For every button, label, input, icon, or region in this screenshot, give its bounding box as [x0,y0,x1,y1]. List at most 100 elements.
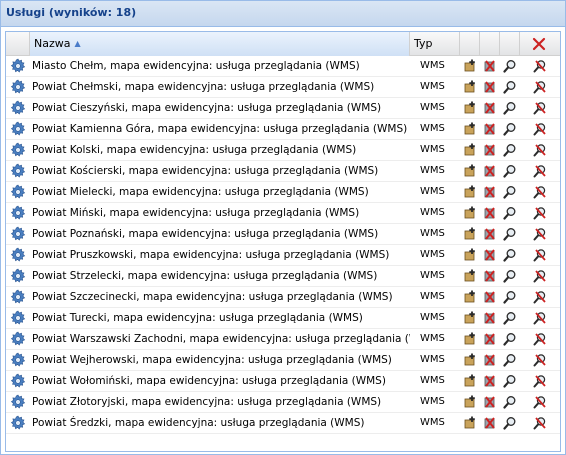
service-gear-icon [6,266,30,286]
delete-icon[interactable] [520,308,560,328]
column-header-name[interactable]: Nazwa ▲ [30,32,410,56]
delete-icon[interactable] [520,203,560,223]
zoom-icon[interactable] [500,266,520,286]
add-layer-icon[interactable] [460,308,480,328]
remove-icon[interactable] [480,56,500,76]
delete-icon[interactable] [520,77,560,97]
delete-icon[interactable] [520,287,560,307]
column-header-type[interactable]: Typ [410,32,460,56]
add-layer-icon[interactable] [460,182,480,202]
table-row[interactable]: Powiat Poznański, mapa ewidencyjna: usłu… [6,224,560,245]
service-name: Powiat Pruszkowski, mapa ewidencyjna: us… [32,249,390,261]
table-row[interactable]: Powiat Kościerski, mapa ewidencyjna: usł… [6,161,560,182]
add-layer-icon[interactable] [460,77,480,97]
add-layer-icon[interactable] [460,266,480,286]
zoom-icon[interactable] [500,56,520,76]
delete-icon[interactable] [520,329,560,349]
zoom-icon[interactable] [500,413,520,433]
remove-icon[interactable] [480,119,500,139]
remove-icon[interactable] [480,161,500,181]
table-row[interactable]: Powiat Wejherowski, mapa ewidencyjna: us… [6,350,560,371]
zoom-icon[interactable] [500,77,520,97]
add-layer-icon[interactable] [460,413,480,433]
table-row[interactable]: Miasto Chełm, mapa ewidencyjna: usługa p… [6,56,560,77]
service-name: Powiat Wołomiński, mapa ewidencyjna: usł… [32,375,386,387]
table-row[interactable]: Powiat Chełmski, mapa ewidencyjna: usług… [6,77,560,98]
remove-icon[interactable] [480,245,500,265]
add-layer-icon[interactable] [460,98,480,118]
table-row[interactable]: Powiat Mielecki, mapa ewidencyjna: usług… [6,182,560,203]
zoom-icon[interactable] [500,203,520,223]
zoom-icon[interactable] [500,98,520,118]
column-header-action-4 [520,32,560,56]
zoom-icon[interactable] [500,371,520,391]
remove-icon[interactable] [480,77,500,97]
add-layer-icon[interactable] [460,56,480,76]
remove-icon[interactable] [480,350,500,370]
table-row[interactable]: Powiat Strzelecki, mapa ewidencyjna: usł… [6,266,560,287]
table-row[interactable]: Powiat Pruszkowski, mapa ewidencyjna: us… [6,245,560,266]
zoom-icon[interactable] [500,182,520,202]
table-row[interactable]: Powiat Złotoryjski, mapa ewidencyjna: us… [6,392,560,413]
table-row[interactable]: Powiat Średzki, mapa ewidencyjna: usługa… [6,413,560,434]
zoom-icon[interactable] [500,392,520,412]
zoom-icon[interactable] [500,161,520,181]
delete-icon[interactable] [520,371,560,391]
add-layer-icon[interactable] [460,245,480,265]
service-type: WMS [420,81,445,92]
remove-icon[interactable] [480,140,500,160]
delete-icon[interactable] [520,413,560,433]
delete-icon[interactable] [520,119,560,139]
delete-all-icon[interactable] [531,36,547,52]
remove-icon[interactable] [480,371,500,391]
add-layer-icon[interactable] [460,224,480,244]
remove-icon[interactable] [480,392,500,412]
zoom-icon[interactable] [500,350,520,370]
delete-icon[interactable] [520,350,560,370]
add-layer-icon[interactable] [460,140,480,160]
delete-icon[interactable] [520,224,560,244]
table-row[interactable]: Powiat Szczecinecki, mapa ewidencyjna: u… [6,287,560,308]
delete-icon[interactable] [520,245,560,265]
remove-icon[interactable] [480,308,500,328]
add-layer-icon[interactable] [460,392,480,412]
table-row[interactable]: Powiat Kolski, mapa ewidencyjna: usługa … [6,140,560,161]
delete-icon[interactable] [520,98,560,118]
table-row[interactable]: Powiat Miński, mapa ewidencyjna: usługa … [6,203,560,224]
remove-icon[interactable] [480,98,500,118]
zoom-icon[interactable] [500,308,520,328]
remove-icon[interactable] [480,224,500,244]
delete-icon[interactable] [520,392,560,412]
remove-icon[interactable] [480,266,500,286]
table-row[interactable]: Powiat Wołomiński, mapa ewidencyjna: usł… [6,371,560,392]
zoom-icon[interactable] [500,140,520,160]
add-layer-icon[interactable] [460,203,480,223]
table-row[interactable]: Powiat Kamienna Góra, mapa ewidencyjna: … [6,119,560,140]
add-layer-icon[interactable] [460,287,480,307]
add-layer-icon[interactable] [460,329,480,349]
add-layer-icon[interactable] [460,119,480,139]
add-layer-icon[interactable] [460,161,480,181]
remove-icon[interactable] [480,329,500,349]
remove-icon[interactable] [480,203,500,223]
table-row[interactable]: Powiat Turecki, mapa ewidencyjna: usługa… [6,308,560,329]
table-row[interactable]: Powiat Warszawski Zachodni, mapa ewidenc… [6,329,560,350]
zoom-icon[interactable] [500,224,520,244]
remove-icon[interactable] [480,182,500,202]
service-name: Powiat Kolski, mapa ewidencyjna: usługa … [32,144,357,156]
remove-icon[interactable] [480,287,500,307]
zoom-icon[interactable] [500,245,520,265]
service-type: WMS [420,417,445,428]
table-row[interactable]: Powiat Cieszyński, mapa ewidencyjna: usł… [6,98,560,119]
add-layer-icon[interactable] [460,350,480,370]
delete-icon[interactable] [520,161,560,181]
delete-icon[interactable] [520,182,560,202]
zoom-icon[interactable] [500,119,520,139]
delete-icon[interactable] [520,140,560,160]
delete-icon[interactable] [520,266,560,286]
zoom-icon[interactable] [500,329,520,349]
remove-icon[interactable] [480,413,500,433]
zoom-icon[interactable] [500,287,520,307]
add-layer-icon[interactable] [460,371,480,391]
delete-icon[interactable] [520,56,560,76]
